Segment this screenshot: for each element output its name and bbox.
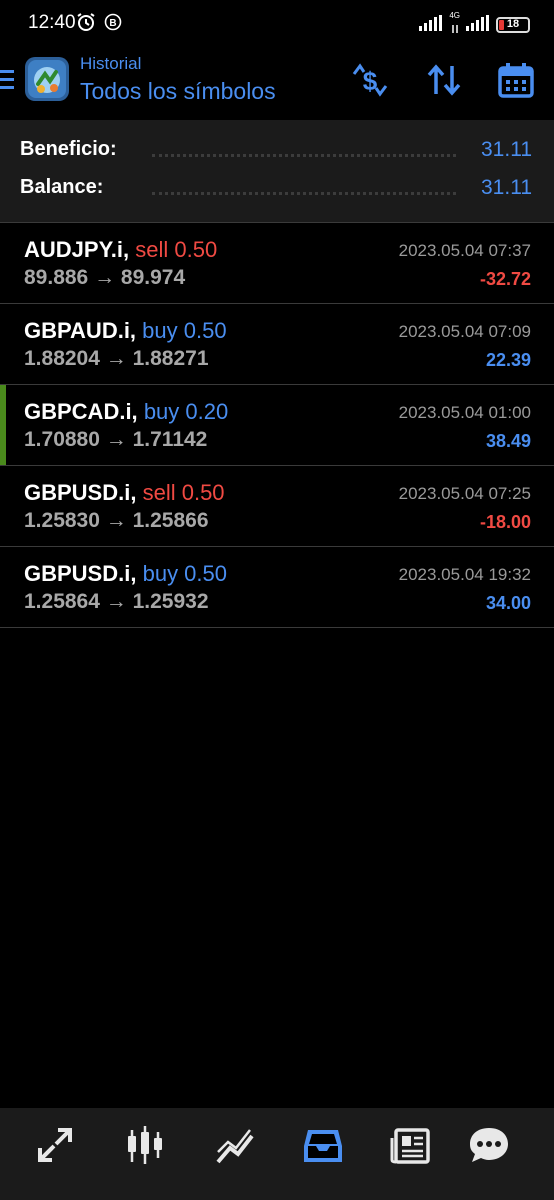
trade-row[interactable]: GBPAUD.i, buy 0.50 1.88204 → 1.88271 202… <box>0 304 554 385</box>
battery-level: 18 <box>506 18 520 30</box>
arrow-icon: → <box>94 266 116 289</box>
profit-value: 31.11 <box>481 138 532 161</box>
app-header: Historial Todos los símbolos $ <box>0 46 554 120</box>
network-type: 4G <box>449 11 460 20</box>
open-price: 1.25830 <box>24 509 100 532</box>
arrow-icon: → <box>105 347 127 370</box>
alarm-icon <box>76 12 96 37</box>
trade-title: GBPUSD.i, sell 0.50 <box>24 480 225 506</box>
arrow-icon: → <box>105 509 127 532</box>
trade-time: 2023.05.04 01:00 <box>398 403 531 422</box>
header-title[interactable]: Todos los símbolos <box>80 78 276 105</box>
signal-icon <box>419 14 443 36</box>
trade-profit: -32.72 <box>479 269 531 289</box>
trade-side: buy 0.50 <box>142 318 227 343</box>
trade-title: GBPAUD.i, buy 0.50 <box>24 318 227 344</box>
trade-symbol: GBPAUD.i, <box>24 318 137 343</box>
close-price: 1.88271 <box>132 347 209 370</box>
trade-time: 2023.05.04 07:09 <box>398 322 531 341</box>
trade-time: 2023.05.04 07:37 <box>398 241 531 260</box>
trade-icon[interactable] <box>30 1120 80 1170</box>
arrow-icon: → <box>105 428 127 451</box>
account-summary: Beneficio: 31.11 Balance: 31.11 <box>0 120 554 223</box>
trade-profit: 38.49 <box>485 431 531 451</box>
trade-profit: 34.00 <box>485 593 531 613</box>
trade-side: sell 0.50 <box>135 237 218 262</box>
trade-title: GBPUSD.i, buy 0.50 <box>24 561 227 587</box>
open-price: 1.88204 <box>24 347 100 370</box>
close-price: 1.25866 <box>132 509 209 532</box>
hamburger-menu-icon[interactable] <box>0 68 14 97</box>
svg-text:$: $ <box>363 66 378 96</box>
trade-prices: 1.25864 → 1.25932 <box>24 590 209 614</box>
close-price: 1.25932 <box>132 590 209 613</box>
trade-time: 2023.05.04 19:32 <box>398 565 531 584</box>
open-price: 1.25864 <box>24 590 100 613</box>
history-icon[interactable] <box>298 1120 348 1170</box>
trade-side: sell 0.50 <box>142 480 225 505</box>
balance-row: Balance: 31.11 <box>20 176 532 206</box>
trade-prices: 89.886 → 89.974 <box>24 266 185 290</box>
arrow-icon: → <box>105 590 127 613</box>
close-price: 89.974 <box>120 266 186 289</box>
status-time: 12:40 <box>28 12 76 33</box>
trade-prices: 1.25830 → 1.25866 <box>24 509 209 533</box>
close-price: 1.71142 <box>132 428 208 451</box>
profit-label: Beneficio: <box>20 138 117 160</box>
calendar-icon[interactable] <box>496 60 536 100</box>
quotes-icon[interactable] <box>120 1120 170 1170</box>
trade-symbol: GBPUSD.i, <box>24 561 137 586</box>
trade-row-selected[interactable]: GBPCAD.i, buy 0.20 1.70880 → 1.71142 202… <box>0 385 554 466</box>
trade-title: GBPCAD.i, buy 0.20 <box>24 399 228 425</box>
trade-profit: 22.39 <box>485 350 531 370</box>
trade-symbol: GBPCAD.i, <box>24 399 138 424</box>
trade-row[interactable]: GBPUSD.i, buy 0.50 1.25864 → 1.25932 202… <box>0 547 554 628</box>
trade-row[interactable]: AUDJPY.i, sell 0.50 89.886 → 89.974 2023… <box>0 223 554 304</box>
sort-icon[interactable] <box>424 60 464 100</box>
currency-swap-icon[interactable]: $ <box>350 60 390 100</box>
trade-history-list: AUDJPY.i, sell 0.50 89.886 → 89.974 2023… <box>0 223 554 628</box>
trade-symbol: GBPUSD.i, <box>24 480 137 505</box>
balance-value: 31.11 <box>481 176 532 199</box>
trade-side: buy 0.20 <box>143 399 229 424</box>
metatrader-logo[interactable] <box>24 56 70 102</box>
trade-prices: 1.88204 → 1.88271 <box>24 347 209 371</box>
chart-icon[interactable] <box>210 1120 260 1170</box>
trade-profit: -18.00 <box>479 512 531 532</box>
bottom-navigation <box>0 1108 554 1200</box>
status-bar: 12:40 B 4G 18 <box>0 0 554 46</box>
open-price: 1.70880 <box>24 428 100 451</box>
battery-icon: 18 <box>496 17 530 33</box>
balance-label: Balance: <box>20 176 104 198</box>
dotted-leader <box>152 192 456 195</box>
trade-side: buy 0.50 <box>142 561 227 586</box>
dotted-leader <box>152 154 456 157</box>
svg-text:B: B <box>109 18 116 29</box>
chat-icon[interactable] <box>464 1120 514 1170</box>
news-icon[interactable] <box>386 1120 436 1170</box>
open-price: 89.886 <box>24 266 89 289</box>
signal-2-icon <box>466 14 490 36</box>
profit-row: Beneficio: 31.11 <box>20 138 532 168</box>
trade-time: 2023.05.04 07:25 <box>398 484 531 503</box>
trade-prices: 1.70880 → 1.71142 <box>24 428 207 452</box>
header-subtitle: Historial <box>80 54 142 73</box>
trade-title: AUDJPY.i, sell 0.50 <box>24 237 217 263</box>
status-indicators: 4G 18 <box>419 12 530 38</box>
bitcoin-notification-icon: B <box>104 13 122 36</box>
trade-symbol: AUDJPY.i, <box>24 237 130 262</box>
data-arrows-icon <box>451 20 459 38</box>
trade-row[interactable]: GBPUSD.i, sell 0.50 1.25830 → 1.25866 20… <box>0 466 554 547</box>
